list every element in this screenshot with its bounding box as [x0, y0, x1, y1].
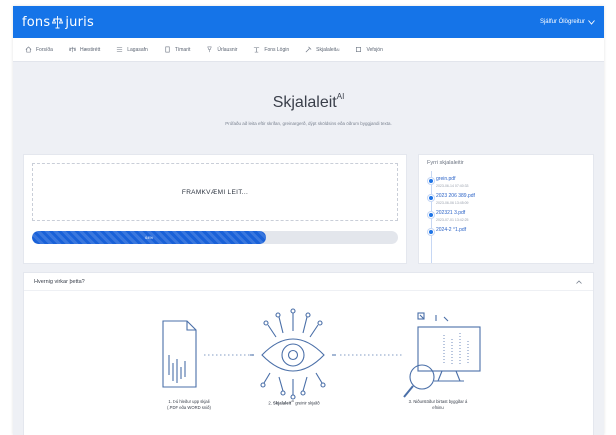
recent-file-name: 2024-2 °1.pdf	[436, 227, 467, 233]
cards-row: FRAMKVÆMI LEIT... 64% Fyrri skjalaleitir…	[23, 154, 594, 264]
progress-label: 64%	[145, 235, 154, 240]
timeline-dot	[428, 178, 434, 184]
nav-label: Forsíða	[36, 46, 53, 53]
fons-juris-logo[interactable]: fons juris	[22, 15, 94, 30]
nav-label: Vefsjón	[366, 46, 383, 53]
recent-list: grein.pdf 2023-06-14 07:40:33 2023 206 3…	[419, 171, 593, 235]
recent-item[interactable]: grein.pdf 2023-06-14 07:40:33	[419, 176, 593, 188]
step-3-line2: efninu	[432, 405, 444, 411]
nav-label: Hæstirétt	[79, 46, 101, 53]
bookmark-icon	[356, 47, 362, 52]
page-subtitle: Prófaðu að leita eftir skrifan, greinarg…	[225, 121, 392, 126]
logo-right-text: juris	[65, 14, 94, 30]
recent-item[interactable]: 2024-2 °1.pdf	[419, 227, 593, 235]
nav-label: Fons Lögin	[264, 46, 290, 53]
nav-item-fons-login[interactable]: Fons Lögin	[253, 46, 289, 53]
home-icon	[25, 46, 32, 53]
ai-superscript: AI	[336, 47, 340, 52]
chevron-up-icon[interactable]	[575, 278, 583, 286]
step-2-rest: greinir skjalið	[294, 400, 320, 406]
logo-left-text: fons	[22, 14, 51, 30]
step-3: 3. Niðurstöður birtast byggðar á efninu	[376, 399, 500, 412]
document-icon	[254, 47, 260, 53]
search-status-text: FRAMKVÆMI LEIT...	[181, 188, 249, 196]
main-nav: Forsíða Hæstirétt Lagasafn Tímarit Úrlau…	[13, 38, 604, 62]
step-1: 1. Þú hleður upp skjali (.PDF eða WORD s…	[134, 399, 244, 412]
nav-item-timarit[interactable]: Tímarit	[164, 46, 191, 53]
scales-logo-icon	[52, 16, 64, 29]
recent-searches-title: Fyrri skjalaleitir	[427, 160, 464, 166]
page-title-text: Skjalaleit	[272, 94, 337, 111]
recent-item[interactable]: 202321 3.pdf 2023-07-01 13:42:25	[419, 210, 593, 222]
list-icon	[117, 47, 123, 52]
ai-eye-icon	[250, 308, 336, 400]
monitor-search-icon	[403, 312, 481, 398]
document-upload-icon	[162, 320, 197, 388]
how-it-works-illustration: 1. Þú hleður upp skjali (.PDF eða WORD s…	[24, 291, 593, 435]
nav-label: Lagasafn	[127, 46, 148, 53]
timeline-dot	[428, 212, 434, 218]
top-bar: fons juris Sjálfur Ólögreitur	[13, 6, 604, 38]
how-it-works-title: Hvernig virkar þetta?	[34, 278, 85, 285]
nav-label: Skjalaleit	[316, 46, 337, 53]
chevron-down-icon	[588, 19, 595, 25]
file-drop-zone[interactable]: FRAMKVÆMI LEIT...	[32, 163, 398, 221]
recent-file-name: 2023 206 389.pdf	[436, 193, 475, 199]
nav-item-haestirett[interactable]: Hæstirétt	[69, 46, 100, 53]
recent-searches-card: Fyrri skjalaleitir grein.pdf 2023-06-14 …	[418, 154, 594, 264]
nav-label: Úrlausnir	[217, 46, 238, 53]
recent-file-date: 2023-07-01 13:42:25	[436, 218, 469, 222]
nav-item-forsida[interactable]: Forsíða	[25, 46, 53, 53]
nav-label: Tímarit	[174, 46, 191, 53]
user-menu[interactable]: Sjálfur Ólögreitur	[540, 19, 595, 25]
timeline-dot	[428, 195, 434, 201]
hammer-icon	[305, 46, 312, 53]
page-title: SkjalaleitAI	[272, 92, 345, 112]
recent-file-date: 2023-06-06 13:45:09	[436, 201, 469, 205]
nav-item-skjalaleit[interactable]: Skjalaleit AI	[305, 46, 339, 53]
recent-file-name: 202321 3.pdf	[436, 210, 466, 216]
step-2: 2. SkjalaleitAI greinir skjalið	[234, 399, 354, 407]
process-illustration	[162, 308, 481, 400]
user-name: Sjálfur Ólögreitur	[539, 19, 585, 25]
recent-file-date: 2023-06-14 07:40:33	[436, 184, 469, 188]
nav-item-lagasafn[interactable]: Lagasafn	[116, 46, 148, 53]
nav-item-vefsjon[interactable]: Vefsjón	[355, 46, 383, 53]
timeline-dot	[428, 229, 434, 235]
step-1-line2: (.PDF eða WORD snið)	[167, 405, 211, 411]
gavel-icon	[207, 46, 212, 53]
hero: SkjalaleitAI Prófaðu að leita eftir skri…	[13, 62, 604, 154]
nav-item-urlausnir[interactable]: Úrlausnir	[206, 46, 237, 53]
how-it-works-section: Hvernig virkar þetta? 1. Þú hleður upp s…	[23, 272, 594, 435]
upload-card: FRAMKVÆMI LEIT... 64%	[23, 154, 407, 264]
recent-item[interactable]: 2023 206 389.pdf 2023-06-06 13:45:09	[419, 193, 593, 205]
recent-file-name: grein.pdf	[436, 176, 456, 182]
how-it-works-header[interactable]: Hvernig virkar þetta?	[24, 273, 593, 291]
progress-fill: 64%	[32, 231, 267, 244]
scale-icon	[69, 46, 76, 53]
book-icon	[165, 46, 170, 53]
progress-bar: 64%	[32, 231, 398, 244]
step-2-bold: Skjalaleit	[273, 400, 292, 406]
page-title-sup: AI	[336, 92, 345, 101]
app-window: fons juris Sjálfur Ólögreitur Forsíða Hæ…	[13, 6, 604, 435]
